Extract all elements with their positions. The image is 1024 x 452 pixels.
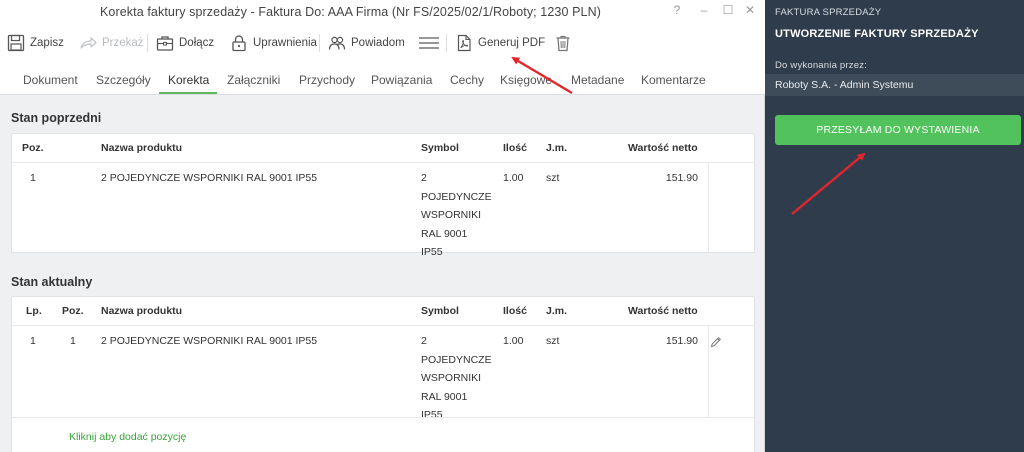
workflow-step-heading: UTWORZENIE FAKTURY SPRZEDAŻY — [775, 28, 979, 40]
hamburger-menu-icon — [419, 37, 439, 49]
toolbar-divider — [147, 34, 148, 52]
tab-przychody[interactable]: Przychody — [299, 73, 355, 87]
cell-symbol-line: WSPORNIKI — [421, 372, 482, 384]
current-state-title: Stan aktualny — [11, 275, 93, 289]
more-menu-button[interactable] — [418, 32, 440, 54]
cell-symbol-line: 2 — [421, 335, 427, 347]
previous-state-table: Poz. Nazwa produktu Symbol Ilość J.m. Wa… — [11, 133, 755, 258]
tab-cechy[interactable]: Cechy — [450, 73, 484, 87]
tab-szczegoly[interactable]: Szczegóły — [96, 73, 151, 87]
save-button[interactable]: Zapisz — [7, 32, 64, 54]
cell-net: 151.90 — [665, 172, 698, 184]
title-bar: Korekta faktury sprzedaży - Faktura Do: … — [0, 0, 765, 24]
tab-korekta[interactable]: Korekta — [168, 73, 209, 87]
notify-button[interactable]: Powiadom — [328, 32, 405, 54]
cell-qty: 1.00 — [503, 335, 524, 347]
row-divider — [12, 417, 754, 418]
tab-metadane[interactable]: Metadane — [571, 73, 624, 87]
cell-symbol-line: WSPORNIKI — [421, 209, 482, 221]
column-header-unit: J.m. — [546, 142, 568, 154]
toolbar: Zapisz Przekaż Dołącz Uprawnienia Powiad… — [0, 24, 765, 62]
column-header-name: Nazwa produktu — [101, 142, 183, 154]
column-divider — [708, 162, 709, 253]
generate-pdf-button-label: Generuj PDF — [478, 37, 546, 49]
attach-button-label: Dołącz — [179, 37, 215, 49]
active-tab-indicator — [159, 92, 217, 94]
maximize-icon[interactable]: ☐ — [721, 3, 735, 17]
header-divider — [12, 162, 754, 163]
cell-qty: 1.00 — [503, 172, 524, 184]
workflow-side-panel: FAKTURA SPRZEDAŻY UTWORZENIE FAKTURY SPR… — [765, 0, 1024, 452]
column-header-symbol: Symbol — [421, 305, 459, 317]
column-header-qty: Ilość — [503, 142, 527, 154]
forward-button-label: Przekaż — [102, 37, 144, 49]
cell-symbol: 2 POJEDYNCZE WSPORNIKI RAL 9001 IP55 — [421, 332, 501, 425]
cell-net: 151.90 — [665, 335, 698, 347]
process-category: FAKTURA SPRZEDAŻY — [775, 7, 882, 18]
cell-lp: 1 — [30, 335, 36, 347]
floppy-disk-icon — [7, 34, 25, 52]
column-divider — [708, 325, 709, 417]
tab-bar: Dokument Szczegóły Korekta Załączniki Pr… — [0, 62, 765, 95]
tab-zalaczniki[interactable]: Załączniki — [227, 73, 280, 87]
cell-symbol: 2 POJEDYNCZE WSPORNIKI RAL 9001 IP55 — [421, 169, 501, 262]
send-for-issuing-button[interactable]: PRZESYŁAM DO WYSTAWIENIA — [775, 115, 1021, 145]
toolbar-divider — [319, 34, 320, 52]
current-state-table: Lp. Poz. Nazwa produktu Symbol Ilość J.m… — [11, 296, 755, 452]
add-position-link[interactable]: Kliknij aby dodać pozycję — [69, 431, 186, 443]
cell-symbol-line: IP55 — [421, 409, 443, 421]
cell-symbol-line: POJEDYNCZE — [421, 190, 492, 203]
cell-poz: 1 — [30, 172, 36, 184]
main-window: Korekta faktury sprzedaży - Faktura Do: … — [0, 0, 765, 452]
window-title: Korekta faktury sprzedaży - Faktura Do: … — [100, 5, 601, 19]
cell-symbol-line: 2 — [421, 172, 427, 184]
column-header-net: Wartość netto — [628, 305, 698, 317]
tab-dokument[interactable]: Dokument — [23, 73, 78, 87]
column-header-symbol: Symbol — [421, 142, 459, 154]
cell-symbol-line: IP55 — [421, 246, 443, 258]
tab-ksiegowe[interactable]: Księgowe — [500, 73, 552, 87]
delete-button[interactable] — [554, 32, 572, 54]
forward-button[interactable]: Przekaż — [79, 32, 144, 54]
generate-pdf-button[interactable]: Generuj PDF — [455, 32, 545, 54]
padlock-icon — [232, 35, 246, 52]
assignee-value: Roboty S.A. - Admin Systemu — [765, 74, 1024, 96]
toolbar-divider — [446, 34, 447, 52]
trash-icon — [556, 35, 570, 52]
column-header-unit: J.m. — [546, 305, 568, 317]
column-header-name: Nazwa produktu — [101, 305, 183, 317]
cell-symbol-line: POJEDYNCZE — [421, 353, 492, 366]
column-header-lp: Lp. — [26, 305, 42, 317]
save-button-label: Zapisz — [30, 37, 64, 49]
cell-name: 2 POJEDYNCZE WSPORNIKI RAL 9001 IP55 — [101, 172, 318, 184]
column-header-qty: Ilość — [503, 305, 527, 317]
cell-unit: szt — [546, 335, 560, 347]
permissions-button[interactable]: Uprawnienia — [230, 32, 317, 54]
tab-powiazania[interactable]: Powiązania — [371, 73, 432, 87]
cell-symbol-line: RAL 9001 — [421, 390, 468, 403]
pencil-edit-icon[interactable] — [710, 336, 722, 348]
people-icon — [328, 36, 346, 50]
column-header-poz: Poz. — [22, 142, 44, 154]
help-icon[interactable]: ? — [670, 3, 684, 17]
permissions-button-label: Uprawnienia — [253, 37, 317, 49]
cell-poz: 1 — [70, 335, 76, 347]
notify-button-label: Powiadom — [351, 37, 405, 49]
minimize-icon[interactable]: – — [697, 3, 711, 17]
share-arrow-icon — [80, 37, 97, 49]
previous-state-title: Stan poprzedni — [11, 111, 102, 125]
cell-symbol-line: RAL 9001 — [421, 227, 468, 240]
header-divider — [12, 325, 754, 326]
close-icon[interactable]: ✕ — [743, 3, 757, 17]
cell-name: 2 POJEDYNCZE WSPORNIKI RAL 9001 IP55 — [101, 335, 318, 347]
tab-komentarze[interactable]: Komentarze — [641, 73, 706, 87]
assignee-label: Do wykonania przez: — [775, 60, 867, 71]
briefcase-attach-icon — [156, 36, 174, 51]
column-header-poz: Poz. — [62, 305, 84, 317]
attach-button[interactable]: Dołącz — [156, 32, 214, 54]
pdf-document-icon — [457, 34, 471, 52]
cell-unit: szt — [546, 172, 560, 184]
column-header-net: Wartość netto — [628, 142, 698, 154]
